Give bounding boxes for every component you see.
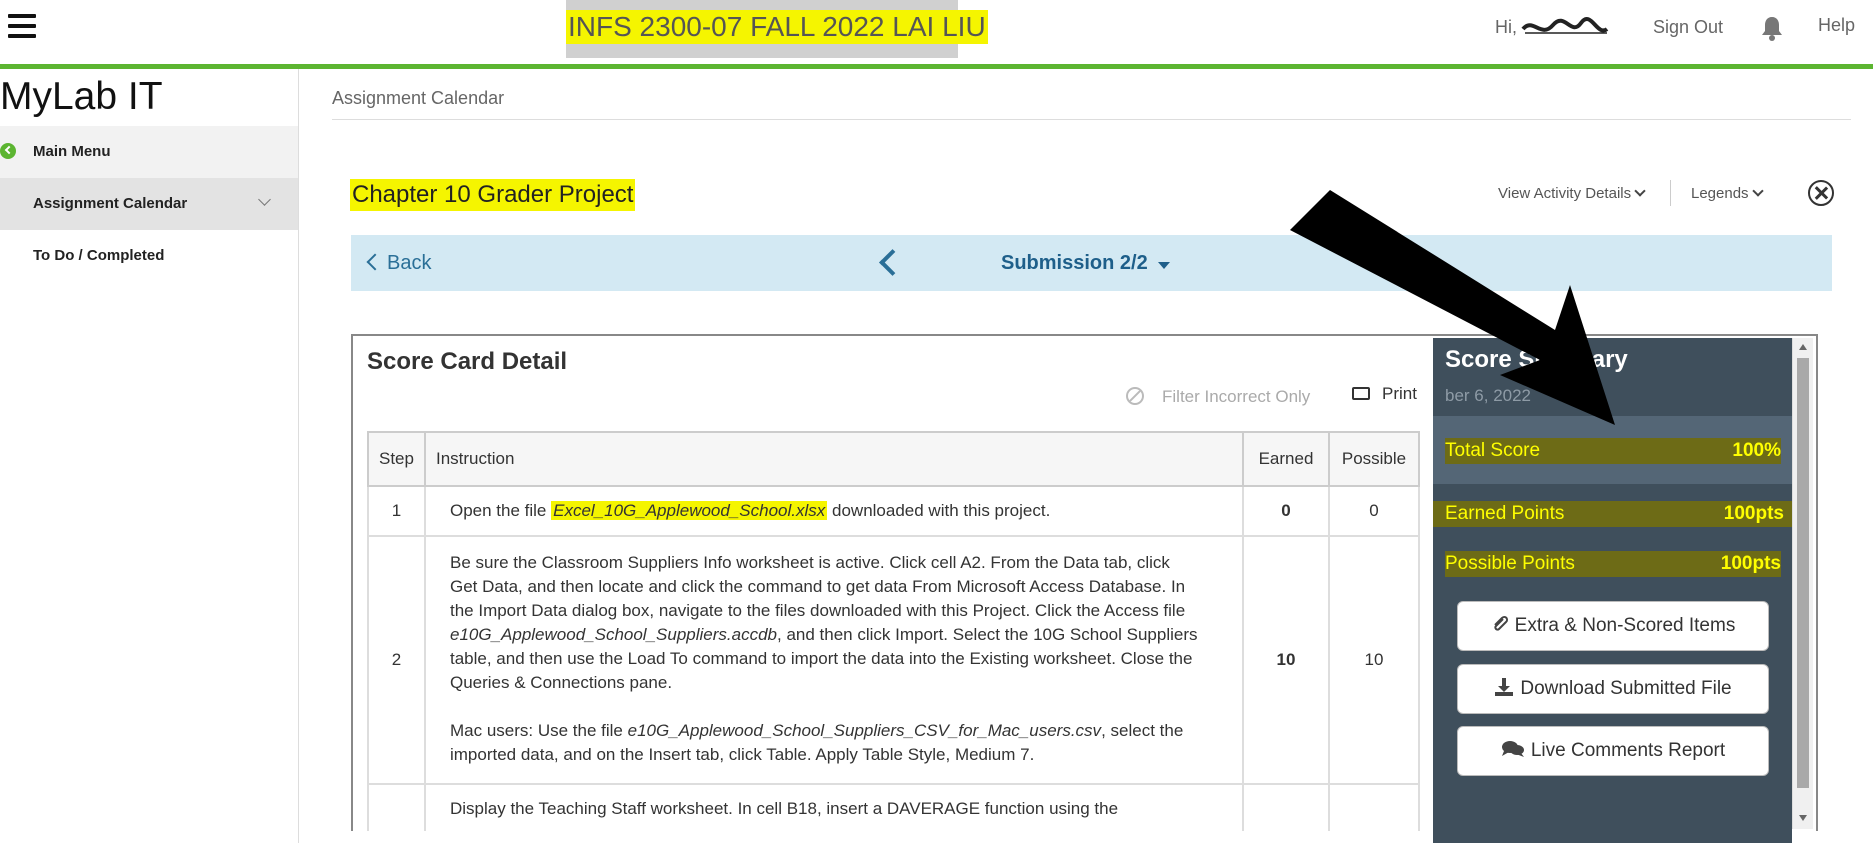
- sign-out-link[interactable]: Sign Out: [1653, 17, 1723, 38]
- possible-cell: 10: [1328, 535, 1420, 785]
- live-comments-report-button[interactable]: Live Comments Report: [1457, 726, 1769, 776]
- course-title: INFS 2300-07 FALL 2022 LAI LIU: [566, 0, 988, 58]
- sidebar-item-label: Main Menu: [33, 143, 111, 160]
- sidebar-item-main-menu[interactable]: Main Menu: [0, 126, 298, 178]
- scroll-down-icon[interactable]: [1799, 815, 1807, 821]
- column-header-instruction: Instruction: [423, 431, 1245, 487]
- total-score-value: 100%: [1732, 440, 1781, 461]
- view-activity-details-label: View Activity Details: [1498, 185, 1632, 202]
- submission-bar: Back Submission 2/2: [351, 235, 1832, 291]
- scroll-up-icon[interactable]: [1799, 344, 1807, 350]
- page-title: Chapter 10 Grader Project: [350, 179, 636, 211]
- earned-points: Earned Points 100pts: [1433, 501, 1792, 527]
- action-label: Download Submitted File: [1520, 678, 1732, 699]
- legends-dropdown[interactable]: Legends: [1691, 185, 1764, 202]
- legends-label: Legends: [1691, 185, 1749, 202]
- score-summary-title: Score Summary: [1445, 346, 1628, 373]
- help-link[interactable]: Help: [1818, 15, 1855, 36]
- comments-icon: [1501, 740, 1524, 757]
- breadcrumb: Assignment Calendar: [332, 88, 505, 108]
- score-summary-panel: Score Summary ber 6, 2022 Total Score 10…: [1433, 338, 1792, 843]
- scrollbar-thumb[interactable]: [1797, 358, 1809, 788]
- ban-icon: [1126, 387, 1144, 405]
- instruction-cell: Be sure the Classroom Suppliers Info wor…: [423, 535, 1245, 785]
- possible-points-value: 100pts: [1720, 553, 1781, 574]
- redaction-scribble-icon: [1521, 17, 1609, 34]
- previous-submission-chevron-icon[interactable]: [879, 249, 906, 276]
- sidebar-item-assignment-calendar[interactable]: Assignment Calendar: [0, 178, 298, 230]
- step-cell: 1: [367, 485, 426, 537]
- back-button[interactable]: Back: [366, 252, 432, 275]
- column-header-step: Step: [367, 431, 426, 487]
- paperclip-icon: [1493, 615, 1508, 631]
- hamburger-menu-icon[interactable]: [8, 14, 36, 38]
- chevron-down-icon: [258, 193, 271, 206]
- table-row: 1 Open the file Excel_10G_Applewood_Scho…: [367, 485, 1420, 537]
- back-label: Back: [387, 252, 432, 274]
- action-label: Live Comments Report: [1530, 740, 1726, 761]
- print-button[interactable]: Print: [1352, 384, 1417, 404]
- instruction-file-name: Excel_10G_Applewood_School.xlsx: [551, 501, 828, 520]
- extra-non-scored-items-button[interactable]: Extra & Non-Scored Items: [1457, 601, 1769, 651]
- instruction-paragraph: Mac users: Use the file e10G_Applewood_S…: [449, 721, 1184, 764]
- action-label: Extra & Non-Scored Items: [1514, 615, 1736, 636]
- course-title-text: INFS 2300-07 FALL 2022 LAI LIU: [566, 10, 988, 44]
- earned-points-value: 100pts: [1723, 503, 1784, 524]
- instruction-cell: Display the Teaching Staff worksheet. In…: [423, 783, 1245, 831]
- instruction-text: Display the Teaching Staff worksheet. In…: [449, 799, 1119, 818]
- greeting-text: Hi,: [1495, 17, 1517, 37]
- column-header-possible: Possible: [1328, 431, 1420, 487]
- instruction-text: downloaded with this project.: [827, 501, 1051, 520]
- arrow-left-icon: [366, 253, 384, 271]
- column-header-earned: Earned: [1242, 431, 1330, 487]
- instruction-cell: Open the file Excel_10G_Applewood_School…: [423, 485, 1245, 537]
- print-label: Print: [1382, 384, 1417, 403]
- sidebar-item-todo-completed[interactable]: To Do / Completed: [0, 230, 298, 282]
- caret-down-icon: [1157, 262, 1170, 269]
- top-bar: INFS 2300-07 FALL 2022 LAI LIU Hi, Sign …: [0, 0, 1873, 69]
- score-summary-date: ber 6, 2022: [1445, 386, 1532, 405]
- step-cell: [367, 783, 426, 831]
- back-circle-icon: [0, 143, 16, 159]
- table-header-row: Step Instruction Earned Possible: [367, 431, 1420, 487]
- earned-cell: 10: [1242, 535, 1330, 785]
- step-cell: 2: [367, 535, 426, 785]
- table-row: 2 Be sure the Classroom Suppliers Info w…: [367, 535, 1420, 785]
- sidebar-item-label: Assignment Calendar: [33, 195, 188, 212]
- instruction-paragraph: Be sure the Classroom Suppliers Info wor…: [449, 553, 1198, 692]
- brand-logo: MyLab IT: [0, 75, 163, 118]
- instruction-text: Open the file: [449, 501, 552, 520]
- download-submitted-file-button[interactable]: Download Submitted File: [1457, 664, 1769, 714]
- close-icon[interactable]: [1808, 180, 1834, 206]
- possible-points: Possible Points 100pts: [1445, 551, 1781, 577]
- chevron-down-icon: [1634, 185, 1646, 197]
- possible-points-label: Possible Points: [1445, 553, 1575, 574]
- submission-label: Submission 2/2: [1001, 252, 1148, 274]
- filter-incorrect-only-toggle[interactable]: Filter Incorrect Only: [1126, 384, 1310, 407]
- total-score-label: Total Score: [1445, 440, 1541, 461]
- filter-label: Filter Incorrect Only: [1162, 387, 1311, 406]
- earned-cell: [1242, 783, 1330, 831]
- summary-scrollbar[interactable]: [1792, 338, 1813, 829]
- submission-dropdown[interactable]: Submission 2/2: [1001, 252, 1170, 275]
- sidebar: MyLab IT Main Menu Assignment Calendar T…: [0, 69, 299, 843]
- user-greeting: Hi,: [1495, 17, 1609, 38]
- chevron-down-icon: [1751, 185, 1764, 197]
- total-score: Total Score 100%: [1445, 438, 1781, 464]
- bell-icon[interactable]: [1760, 15, 1784, 41]
- possible-cell: 0: [1328, 485, 1420, 537]
- view-activity-details-dropdown[interactable]: View Activity Details: [1498, 185, 1646, 202]
- score-card-table: Step Instruction Earned Possible 1 Open …: [367, 431, 1420, 831]
- table-row: Display the Teaching Staff worksheet. In…: [367, 783, 1420, 831]
- earned-points-label: Earned Points: [1445, 503, 1565, 524]
- divider: [1670, 180, 1671, 206]
- sidebar-item-label: To Do / Completed: [33, 247, 165, 264]
- breadcrumb-divider: [332, 119, 1851, 120]
- earned-cell: 0: [1242, 485, 1330, 537]
- score-card-title: Score Card Detail: [367, 348, 568, 375]
- possible-cell: [1328, 783, 1420, 831]
- download-icon: [1495, 677, 1514, 696]
- printer-icon: [1352, 387, 1370, 400]
